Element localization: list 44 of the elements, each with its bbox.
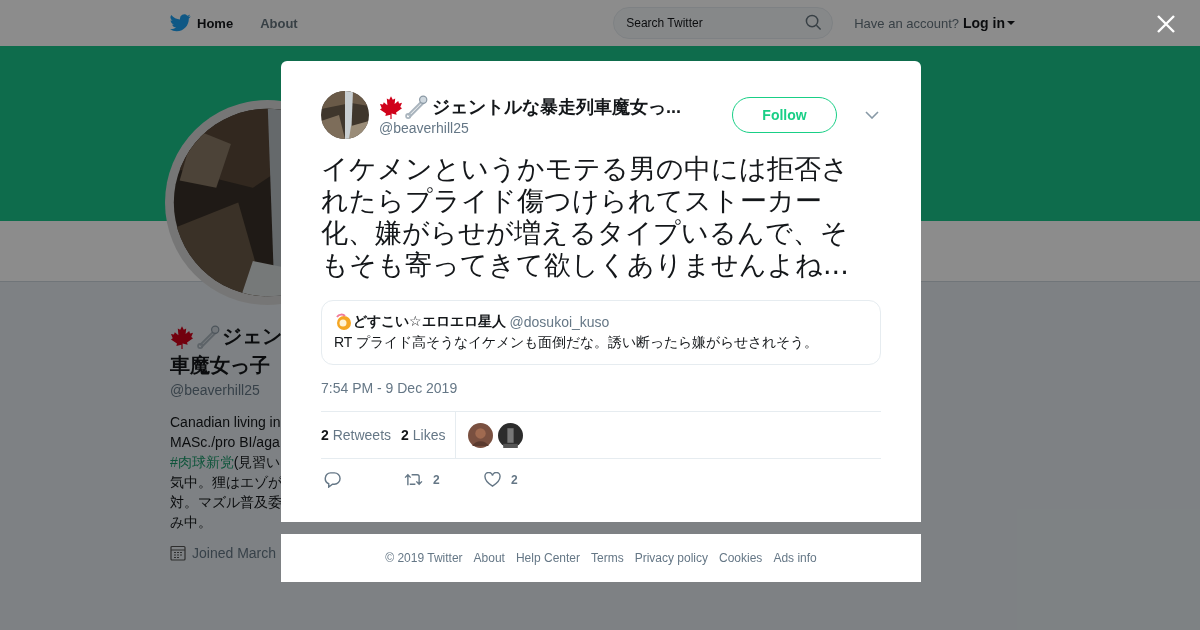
safety-pin-icon — [196, 323, 220, 350]
reply-icon[interactable] — [324, 471, 341, 488]
profile-name: 車魔女っ子 — [170, 353, 270, 378]
account-prompt: Have an account? — [854, 15, 959, 31]
nav-link[interactable]: About — [260, 15, 298, 31]
author-handle[interactable]: @beaverhill25 — [379, 119, 732, 136]
close-icon[interactable] — [1156, 14, 1176, 34]
bird-icon[interactable] — [170, 14, 191, 32]
search-field[interactable]: Search Twitter — [613, 7, 834, 39]
heart-icon[interactable] — [484, 472, 501, 487]
stat-link[interactable]: 2 Likes — [401, 427, 446, 443]
stat-link[interactable]: 2 Retweets — [321, 427, 392, 443]
nav-link[interactable]: Home — [197, 15, 234, 31]
bio-text: み中。 — [170, 513, 213, 532]
search-icon — [805, 14, 823, 31]
bio-text: 対。マズル普及委 — [170, 493, 282, 512]
footer-link[interactable]: About — [473, 551, 505, 565]
chevron-down-icon[interactable] — [865, 111, 879, 119]
retweet-icon[interactable] — [404, 472, 423, 487]
action-count: 2 — [433, 472, 440, 487]
profile-handle: @beaverhill25 — [170, 382, 261, 398]
joined-date: Joined March — [192, 545, 277, 561]
profile-name: ジェン — [222, 324, 282, 349]
bio-text: Canadian living in — [170, 413, 282, 432]
footer-link[interactable]: Cookies — [719, 551, 763, 565]
author-name[interactable]: ジェントルな暴走列車魔女っ... — [432, 94, 681, 119]
quoted-author-handle: @dosukoi_kuso — [509, 314, 610, 330]
quoted-author-name: どすこい☆エロエロ星人 — [353, 313, 506, 331]
footer-link[interactable]: Terms — [591, 551, 624, 565]
login-link[interactable]: Log in — [963, 15, 1015, 31]
tweet-timestamp[interactable]: 7:54 PM - 9 Dec 2019 — [321, 380, 881, 402]
footer-link[interactable]: Help Center — [515, 551, 580, 565]
bio-text: (見習い — [233, 454, 281, 470]
quoted-tweet-text: RT プライド高そうなイケメンも面倒だな。誘い断ったら嫌がらせされそう。 — [334, 334, 820, 352]
calendar-icon — [170, 545, 186, 561]
action-count: 2 — [511, 472, 518, 487]
footer-link[interactable]: Privacy policy — [634, 551, 708, 565]
footer-link[interactable]: Ads info — [773, 551, 817, 565]
bio-text: MASc./pro BI/aga — [170, 433, 281, 452]
quoted-tweet[interactable]: どすこい☆エロエロ星人 @dosukoi_kuso RT プライド高そうなイケメンも面倒だな。誘い断ったら嫌がらせされそう。 — [321, 300, 881, 365]
footer-link[interactable]: © 2019 Twitter — [385, 551, 463, 565]
safety-pin-icon — [404, 94, 428, 119]
tweet-text: イケメンというかモテる男の中には拒否されたらプライド傷つけられてストーカー化、嫌がらせが増えるタイプいるんで、そもそも寄ってきて欲しくありませんよね... — [321, 153, 850, 281]
maple-leaf-icon — [379, 94, 403, 119]
